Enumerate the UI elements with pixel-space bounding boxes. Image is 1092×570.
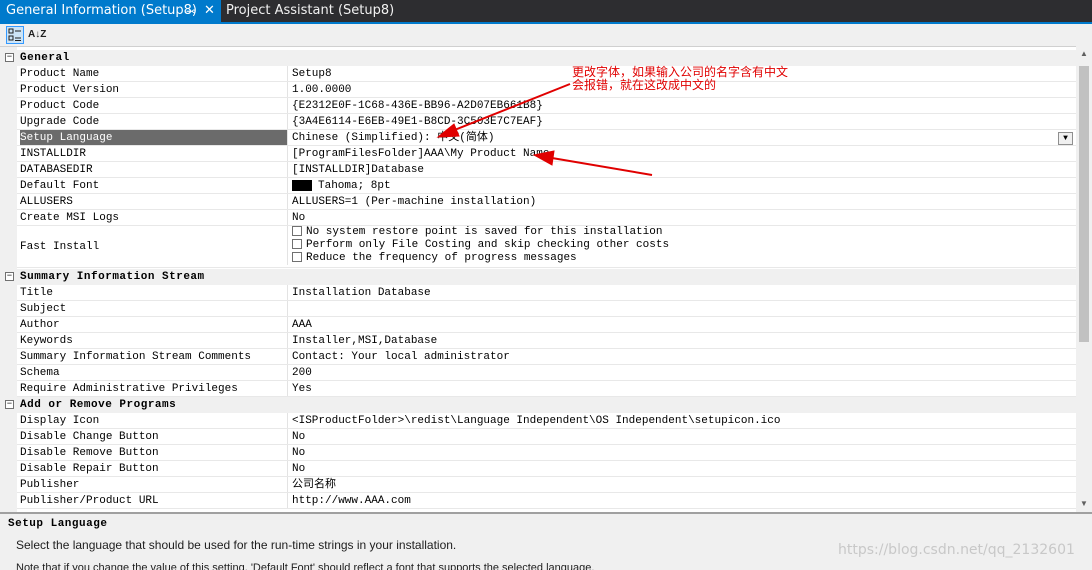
arrow-to-installdir [532,150,653,176]
arrow-to-setup-language [436,83,571,138]
annotation-arrows [436,83,653,176]
watermark: https://blog.csdn.net/qq_2132601 [838,542,1075,558]
